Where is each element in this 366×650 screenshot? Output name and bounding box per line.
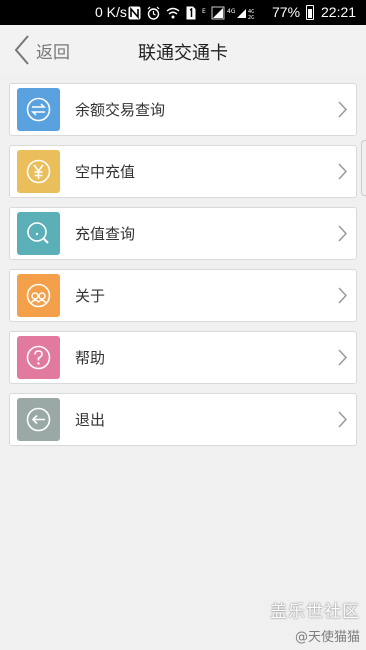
search-icon <box>17 212 60 255</box>
menu-item-label: 空中充值 <box>75 163 136 181</box>
menu-item-recharge-query[interactable]: 充值查询 <box>9 207 357 260</box>
status-icons: E 4G 4G 2G <box>128 4 254 21</box>
about-icon <box>17 274 60 317</box>
chevron-right-icon <box>338 411 347 428</box>
menu-item-logout[interactable]: 退出 <box>9 393 357 446</box>
wifi-icon <box>166 7 180 18</box>
alarm-icon <box>147 6 160 20</box>
menu-item-balance-query[interactable]: 余额交易查询 <box>9 83 357 136</box>
yen-icon <box>17 150 60 193</box>
edge-panel-handle[interactable] <box>361 140 366 196</box>
watermark-title: 盖乐世社区 <box>270 602 360 622</box>
chevron-right-icon <box>338 101 347 118</box>
exchange-icon <box>17 88 60 131</box>
watermark: 盖乐世社区 @天使猫猫 <box>270 597 360 645</box>
nfc-icon <box>128 6 141 19</box>
menu-item-label: 余额交易查询 <box>75 101 166 119</box>
battery-icon <box>306 5 314 20</box>
menu-item-air-recharge[interactable]: 空中充值 <box>9 145 357 198</box>
chevron-right-icon <box>338 163 347 180</box>
svg-text:4G: 4G <box>227 8 236 15</box>
sim-icon <box>186 6 196 19</box>
page-title: 联通交通卡 <box>138 43 228 64</box>
menu-item-help[interactable]: 帮助 <box>9 331 357 384</box>
watermark-author: @天使猫猫 <box>294 630 360 645</box>
net-speed: 0 K/s <box>95 4 127 20</box>
chevron-right-icon <box>338 225 347 242</box>
svg-text:2G: 2G <box>248 15 254 20</box>
battery-percent: 77% <box>272 4 301 20</box>
help-icon <box>17 336 60 379</box>
signal-icon: E 4G 4G2G <box>202 6 254 20</box>
menu-item-label: 关于 <box>75 287 106 305</box>
menu-item-label: 退出 <box>75 411 106 429</box>
chevron-right-icon <box>338 349 347 366</box>
chevron-right-icon <box>338 287 347 304</box>
clock: 22:21 <box>321 4 357 20</box>
menu-item-label: 帮助 <box>75 349 106 367</box>
menu-item-about[interactable]: 关于 <box>9 269 357 322</box>
svg-text:E: E <box>202 8 206 15</box>
status-bar: 0 K/s E 4G 4G 2G 77% 22:21 <box>0 0 366 25</box>
app-header: 返回 联通交通卡 <box>0 25 366 76</box>
menu-list: 余额交易查询 空中充值 充值查询 关于 帮助 退出 <box>9 83 357 455</box>
menu-item-label: 充值查询 <box>75 225 136 243</box>
logout-icon <box>17 398 60 441</box>
